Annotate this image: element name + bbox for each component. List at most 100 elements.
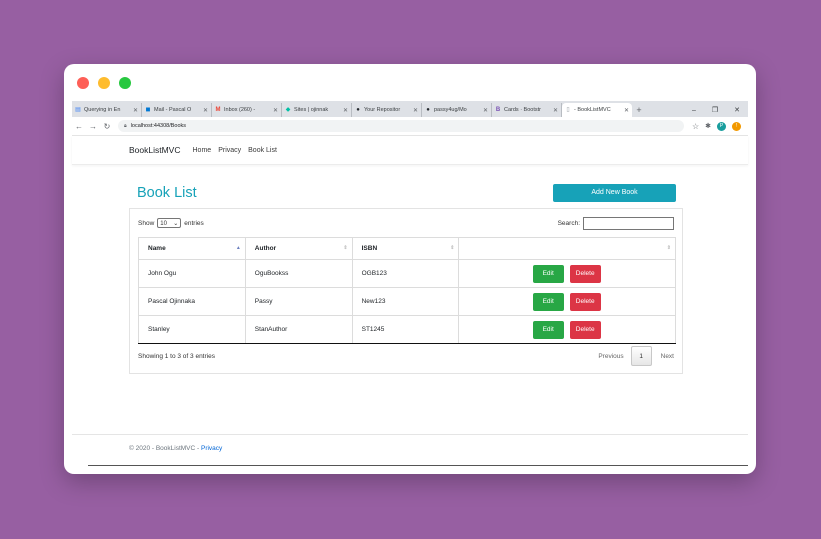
browser-tab[interactable]: B Cards · Bootstr ✕ (492, 103, 562, 117)
zoom-window-button[interactable] (119, 77, 131, 89)
tab-label: Cards · Bootstr (504, 107, 541, 113)
forward-icon[interactable]: → (86, 122, 100, 131)
cell-name: Pascal Ojinnaka (138, 287, 246, 316)
search-label: Search: (557, 220, 580, 227)
lock-icon[interactable]: 🔒︎ (124, 123, 127, 129)
column-header-actions[interactable]: ⇕ (458, 237, 676, 260)
minimize-window-button[interactable] (98, 77, 110, 89)
new-tab-button[interactable]: + (632, 103, 646, 117)
address-bar: ← → ↻ 🔒︎ localhost:44308/Books ☆ ✱ P ! (72, 117, 748, 136)
sort-icon: ⇕ (343, 245, 348, 251)
url-input[interactable]: 🔒︎ localhost:44308/Books (118, 120, 684, 132)
bootstrap-icon: B (495, 107, 501, 113)
browser-tab[interactable]: ◆ Sites | ojinnak ✕ (282, 103, 352, 117)
cell-actions: Edit Delete (458, 315, 676, 344)
tab-label: Querying in En (84, 107, 121, 113)
minimize-icon[interactable]: – (692, 107, 696, 114)
browser-window: ▤ Querying in En ✕ ◼ Mail - Pascal O ✕ M… (64, 64, 756, 474)
close-icon[interactable]: ✕ (413, 107, 418, 114)
browser-tab[interactable]: ◼ Mail - Pascal O ✕ (142, 103, 212, 117)
github-icon: ● (356, 107, 360, 113)
browser-tab-active[interactable]: ▯ - BookListMVC ✕ (562, 103, 632, 117)
close-icon[interactable]: ✕ (133, 107, 138, 114)
table-row: Pascal Ojinnaka Passy New123 Edit Delete (138, 287, 676, 316)
previous-page-button[interactable]: Previous (598, 353, 623, 360)
edit-button[interactable]: Edit (532, 320, 564, 339)
close-icon[interactable]: ✕ (203, 107, 208, 114)
show-label: Show (138, 219, 155, 227)
copyright-text: © 2020 - BookListMVC - (129, 445, 201, 452)
table-row: Stanley StanAuthor ST1245 Edit Delete (138, 315, 676, 344)
search-control: Search: (558, 217, 674, 230)
datatable-panel: Show 10 ⌄ entries Search: Name ▲ Author … (129, 208, 683, 374)
back-icon[interactable]: ← (72, 122, 86, 131)
site-navbar: BookListMVC Home Privacy Book List (72, 136, 748, 165)
tab-label: Mail - Pascal O (154, 107, 192, 113)
page-length-control: Show 10 ⌄ entries (138, 218, 204, 228)
edit-button[interactable]: Edit (532, 264, 564, 283)
reload-icon[interactable]: ↻ (100, 122, 114, 131)
extensions-puzzle-icon[interactable]: ✱ (705, 122, 711, 130)
pagination: Previous 1 Next (598, 346, 674, 366)
profile-avatar[interactable]: P (717, 121, 727, 131)
nav-link-home[interactable]: Home (193, 147, 212, 154)
edit-button[interactable]: Edit (532, 292, 564, 311)
close-icon[interactable]: ✕ (734, 106, 740, 114)
web-page: BookListMVC Home Privacy Book List Book … (72, 136, 748, 466)
url-text: localhost:44308/Books (130, 123, 187, 129)
site-brand[interactable]: BookListMVC (129, 145, 181, 155)
close-icon[interactable]: ✕ (553, 107, 558, 114)
column-header-name[interactable]: Name ▲ (138, 237, 246, 260)
delete-button[interactable]: Delete (569, 320, 601, 339)
restore-icon[interactable]: ❐ (712, 106, 718, 114)
diamond-icon: ◆ (285, 107, 291, 113)
divider (88, 465, 748, 466)
window-controls (77, 77, 131, 89)
table-header-row: Name ▲ Author ⇕ ISBN ⇕ ⇕ (138, 237, 676, 260)
browser-tab[interactable]: ● passy4ug/Mo ✕ (422, 103, 492, 117)
footer-text: © 2020 - BookListMVC - Privacy (129, 445, 222, 452)
close-icon[interactable]: ✕ (483, 107, 488, 114)
sort-icon: ⇕ (666, 245, 671, 251)
book-list-section: Book List Add New Book Show 10 ⌄ entries… (129, 180, 683, 374)
next-page-button[interactable]: Next (661, 353, 674, 360)
column-header-author[interactable]: Author ⇕ (244, 237, 353, 260)
footer-privacy-link[interactable]: Privacy (201, 445, 222, 452)
doc-icon: ▤ (75, 107, 81, 113)
books-table: Name ▲ Author ⇕ ISBN ⇕ ⇕ John Ogu OguBookss… (138, 237, 676, 344)
page-length-value: 10 (160, 221, 167, 227)
outlook-icon: ◼ (145, 107, 151, 113)
add-new-book-button[interactable]: Add New Book (553, 184, 676, 202)
cell-author: Passy (244, 287, 353, 316)
tab-label: Sites | ojinnak (294, 107, 329, 113)
page-length-select[interactable]: 10 ⌄ (157, 218, 182, 228)
close-window-button[interactable] (77, 77, 89, 89)
github-icon: ● (426, 107, 430, 113)
browser-tab[interactable]: M Inbox (260) - ✕ (212, 103, 282, 117)
nav-link-privacy[interactable]: Privacy (218, 147, 241, 154)
window-buttons: – ❐ ✕ (692, 103, 748, 117)
close-icon[interactable]: ✕ (343, 107, 348, 114)
cell-actions: Edit Delete (458, 259, 676, 288)
delete-button[interactable]: Delete (569, 264, 601, 283)
entries-label: entries (184, 219, 204, 227)
browser-tab[interactable]: ● Your Repositor ✕ (352, 103, 422, 117)
close-icon[interactable]: ✕ (273, 107, 278, 114)
update-alert-icon[interactable]: ! (732, 121, 742, 131)
column-header-isbn[interactable]: ISBN ⇕ (351, 237, 460, 260)
delete-button[interactable]: Delete (569, 292, 601, 311)
search-input[interactable] (583, 217, 674, 230)
toolbar-icons: ☆ ✱ P ! (692, 121, 742, 131)
tab-label: - BookListMVC (574, 107, 611, 113)
bookmark-star-icon[interactable]: ☆ (692, 122, 699, 131)
table-info: Showing 1 to 3 of 3 entries (138, 353, 215, 360)
page-title: Book List (137, 185, 197, 201)
cell-name: Stanley (138, 315, 246, 344)
browser-tab[interactable]: ▤ Querying in En ✕ (72, 103, 142, 117)
close-icon[interactable]: ✕ (624, 107, 629, 114)
cell-name: John Ogu (138, 259, 246, 288)
nav-link-book-list[interactable]: Book List (248, 147, 277, 154)
cell-actions: Edit Delete (458, 287, 676, 316)
cell-author: StanAuthor (244, 315, 353, 344)
page-1-button[interactable]: 1 (630, 346, 652, 366)
